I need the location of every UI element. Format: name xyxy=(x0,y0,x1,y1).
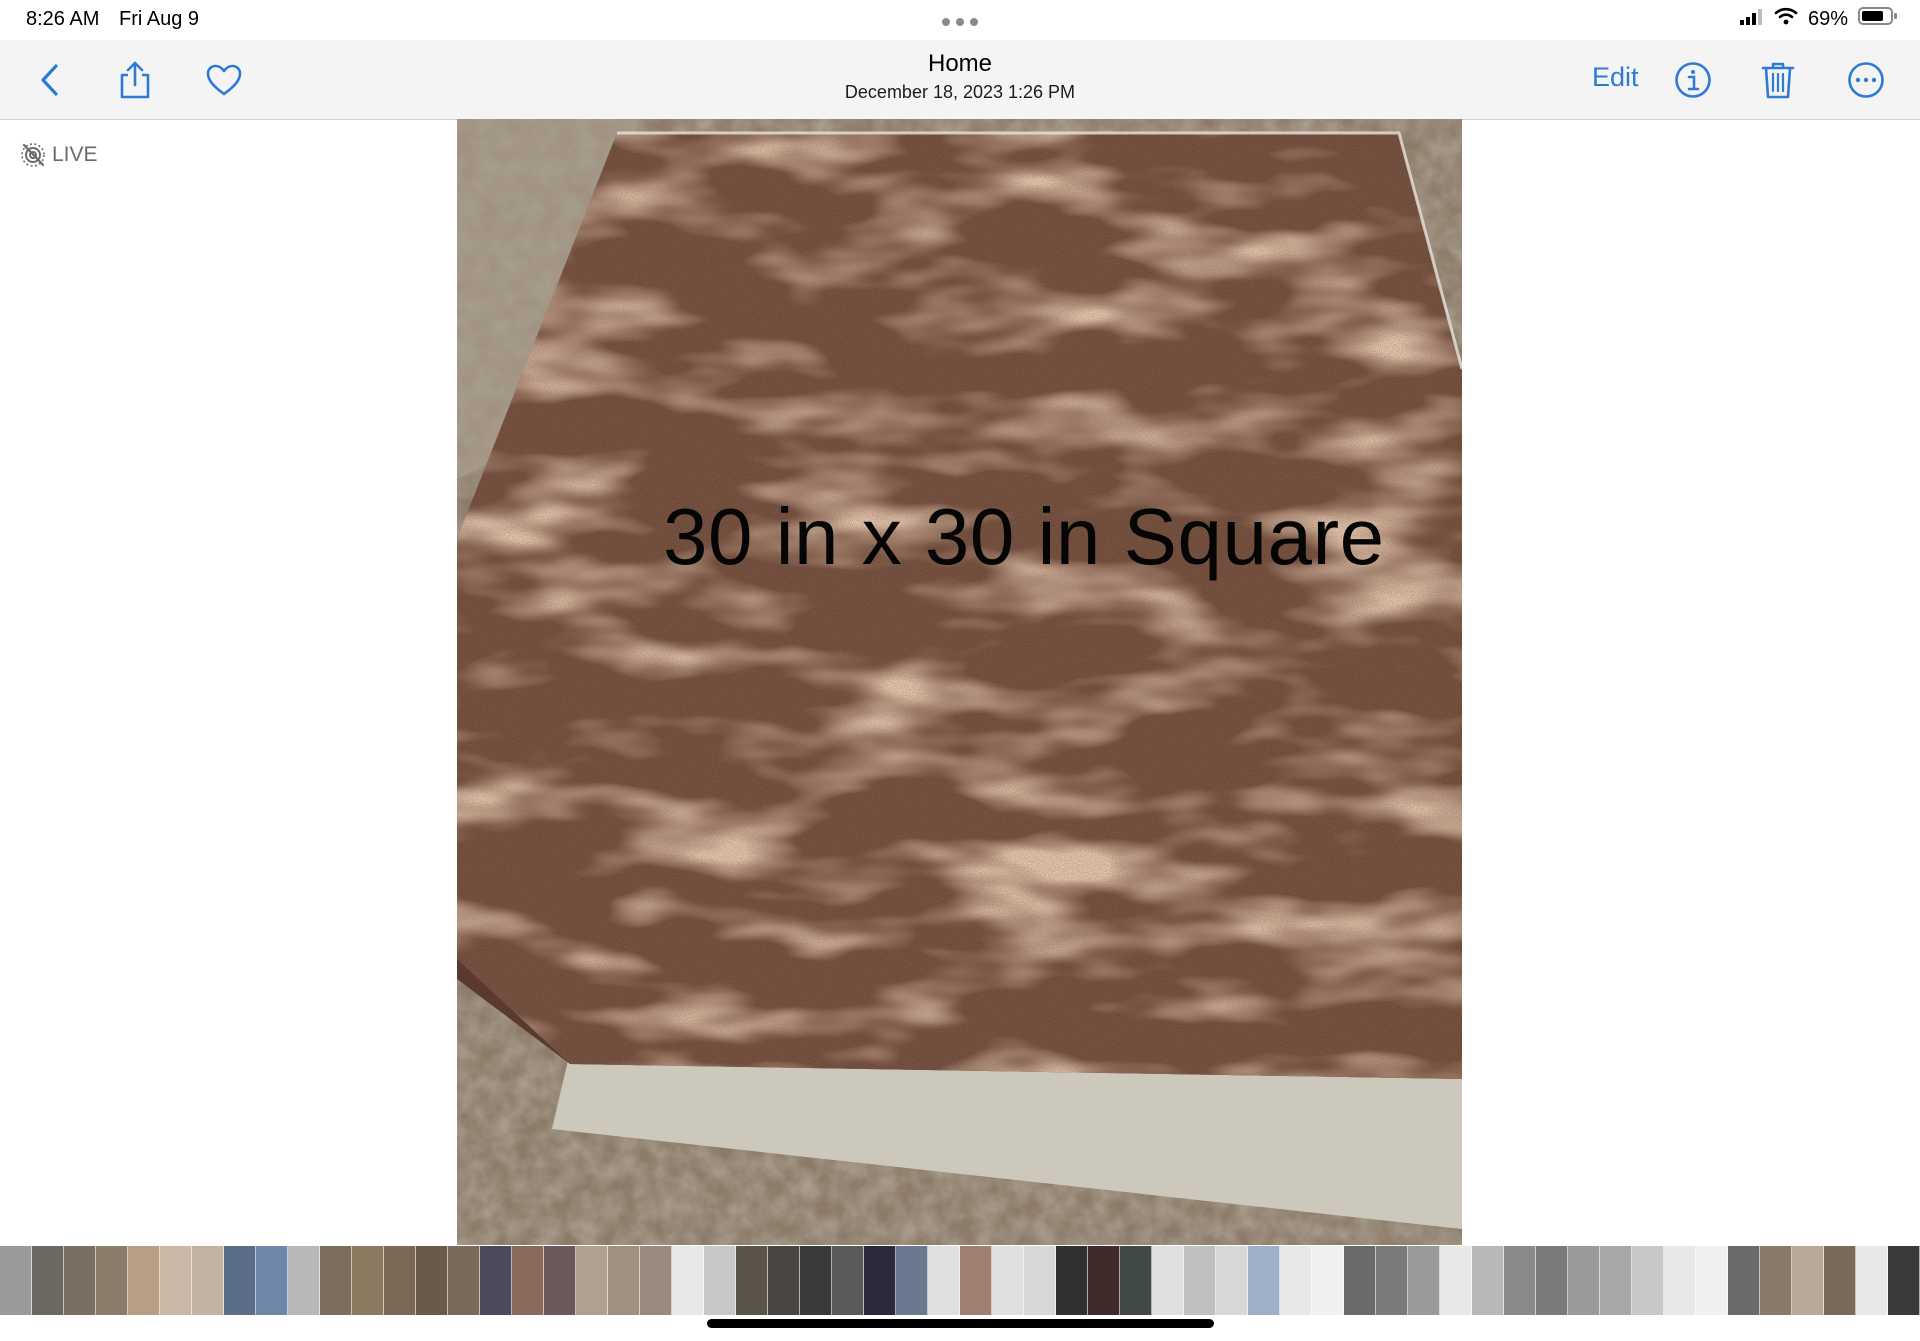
filmstrip-thumbnail[interactable] xyxy=(256,1246,288,1315)
filmstrip-thumbnail[interactable] xyxy=(416,1246,448,1315)
filmstrip-thumbnail[interactable] xyxy=(32,1246,64,1315)
filmstrip-thumbnail[interactable] xyxy=(1824,1246,1856,1315)
filmstrip-thumbnail[interactable] xyxy=(992,1246,1024,1315)
filmstrip-thumbnail[interactable] xyxy=(1568,1246,1600,1315)
status-time: 8:26 AM xyxy=(26,8,100,30)
filmstrip-thumbnail[interactable] xyxy=(1728,1246,1760,1315)
filmstrip-thumbnail[interactable] xyxy=(96,1246,128,1315)
status-date: Fri Aug 9 xyxy=(119,8,200,30)
filmstrip-thumbnail[interactable] xyxy=(672,1246,704,1315)
filmstrip-thumbnail[interactable] xyxy=(1056,1246,1088,1315)
battery-percent: 69% xyxy=(1807,7,1848,30)
ellipsis-circle-icon xyxy=(1848,62,1884,98)
edit-button[interactable]: Edit xyxy=(1592,62,1639,93)
filmstrip-thumbnail[interactable] xyxy=(1216,1246,1248,1315)
filmstrip-thumbnail[interactable] xyxy=(576,1246,608,1315)
filmstrip-thumbnail[interactable] xyxy=(224,1246,256,1315)
filmstrip-thumbnail[interactable] xyxy=(864,1246,896,1315)
filmstrip-thumbnail[interactable] xyxy=(1600,1246,1632,1315)
filmstrip-thumbnail[interactable] xyxy=(1504,1246,1536,1315)
filmstrip-thumbnail[interactable] xyxy=(1472,1246,1504,1315)
battery-icon xyxy=(1858,6,1898,32)
photo-view[interactable]: 30 in x 30 in Square xyxy=(457,119,1462,1245)
filmstrip-thumbnail[interactable] xyxy=(800,1246,832,1315)
filmstrip-thumbnail[interactable] xyxy=(640,1246,672,1315)
filmstrip-thumbnail[interactable] xyxy=(1312,1246,1344,1315)
live-off-icon xyxy=(21,143,45,167)
status-bar: 8:26 AM Fri Aug 9 69% xyxy=(0,0,1920,40)
filmstrip-thumbnail[interactable] xyxy=(1760,1246,1792,1315)
more-button[interactable] xyxy=(1844,58,1888,102)
cellular-signal-icon xyxy=(1739,8,1764,31)
filmstrip-thumbnail[interactable] xyxy=(1024,1246,1056,1315)
filmstrip-thumbnail[interactable] xyxy=(64,1246,96,1315)
filmstrip-thumbnail[interactable] xyxy=(1696,1246,1728,1315)
filmstrip-thumbnail[interactable] xyxy=(1536,1246,1568,1315)
filmstrip-thumbnail[interactable] xyxy=(1120,1246,1152,1315)
granite-slab-photo xyxy=(457,119,1462,1245)
filmstrip-thumbnail[interactable] xyxy=(1088,1246,1120,1315)
photo-filmstrip[interactable] xyxy=(0,1246,1920,1315)
filmstrip-thumbnail[interactable] xyxy=(480,1246,512,1315)
filmstrip-thumbnail[interactable] xyxy=(1856,1246,1888,1315)
filmstrip-thumbnail[interactable] xyxy=(1632,1246,1664,1315)
filmstrip-thumbnail[interactable] xyxy=(1888,1246,1920,1315)
filmstrip-thumbnail[interactable] xyxy=(288,1246,320,1315)
filmstrip-thumbnail[interactable] xyxy=(1184,1246,1216,1315)
filmstrip-thumbnail[interactable] xyxy=(1792,1246,1824,1315)
filmstrip-thumbnail[interactable] xyxy=(1440,1246,1472,1315)
live-photo-badge[interactable]: LIVE xyxy=(20,142,98,168)
live-label: LIVE xyxy=(52,143,98,166)
filmstrip-thumbnail[interactable] xyxy=(736,1246,768,1315)
filmstrip-thumbnail[interactable] xyxy=(512,1246,544,1315)
delete-button[interactable] xyxy=(1756,58,1800,102)
filmstrip-thumbnail[interactable] xyxy=(160,1246,192,1315)
filmstrip-thumbnail[interactable] xyxy=(928,1246,960,1315)
home-indicator[interactable] xyxy=(707,1319,1214,1328)
filmstrip-thumbnail[interactable] xyxy=(1248,1246,1280,1315)
filmstrip-thumbnail[interactable] xyxy=(960,1246,992,1315)
status-right: 69% xyxy=(1739,6,1898,32)
filmstrip-thumbnail[interactable] xyxy=(352,1246,384,1315)
info-icon xyxy=(1675,62,1711,98)
filmstrip-thumbnail[interactable] xyxy=(1152,1246,1184,1315)
filmstrip-thumbnail[interactable] xyxy=(1664,1246,1696,1315)
photo-caption-text: 30 in x 30 in Square xyxy=(663,492,1385,581)
info-button[interactable] xyxy=(1671,58,1715,102)
trash-icon xyxy=(1761,62,1795,99)
wifi-icon xyxy=(1774,7,1798,31)
filmstrip-thumbnail[interactable] xyxy=(1376,1246,1408,1315)
filmstrip-thumbnail[interactable] xyxy=(448,1246,480,1315)
filmstrip-thumbnail[interactable] xyxy=(0,1246,32,1315)
filmstrip-thumbnail[interactable] xyxy=(608,1246,640,1315)
filmstrip-thumbnail[interactable] xyxy=(1344,1246,1376,1315)
filmstrip-thumbnail[interactable] xyxy=(192,1246,224,1315)
multitasking-dots-icon[interactable] xyxy=(941,14,979,32)
filmstrip-thumbnail[interactable] xyxy=(768,1246,800,1315)
filmstrip-thumbnail[interactable] xyxy=(896,1246,928,1315)
filmstrip-thumbnail[interactable] xyxy=(544,1246,576,1315)
filmstrip-thumbnail[interactable] xyxy=(832,1246,864,1315)
filmstrip-thumbnail[interactable] xyxy=(1280,1246,1312,1315)
filmstrip-thumbnail[interactable] xyxy=(1408,1246,1440,1315)
filmstrip-thumbnail[interactable] xyxy=(128,1246,160,1315)
filmstrip-thumbnail[interactable] xyxy=(320,1246,352,1315)
photo-nav-bar: Home December 18, 2023 1:26 PM Edit xyxy=(0,40,1920,120)
filmstrip-thumbnail[interactable] xyxy=(704,1246,736,1315)
filmstrip-thumbnail[interactable] xyxy=(384,1246,416,1315)
